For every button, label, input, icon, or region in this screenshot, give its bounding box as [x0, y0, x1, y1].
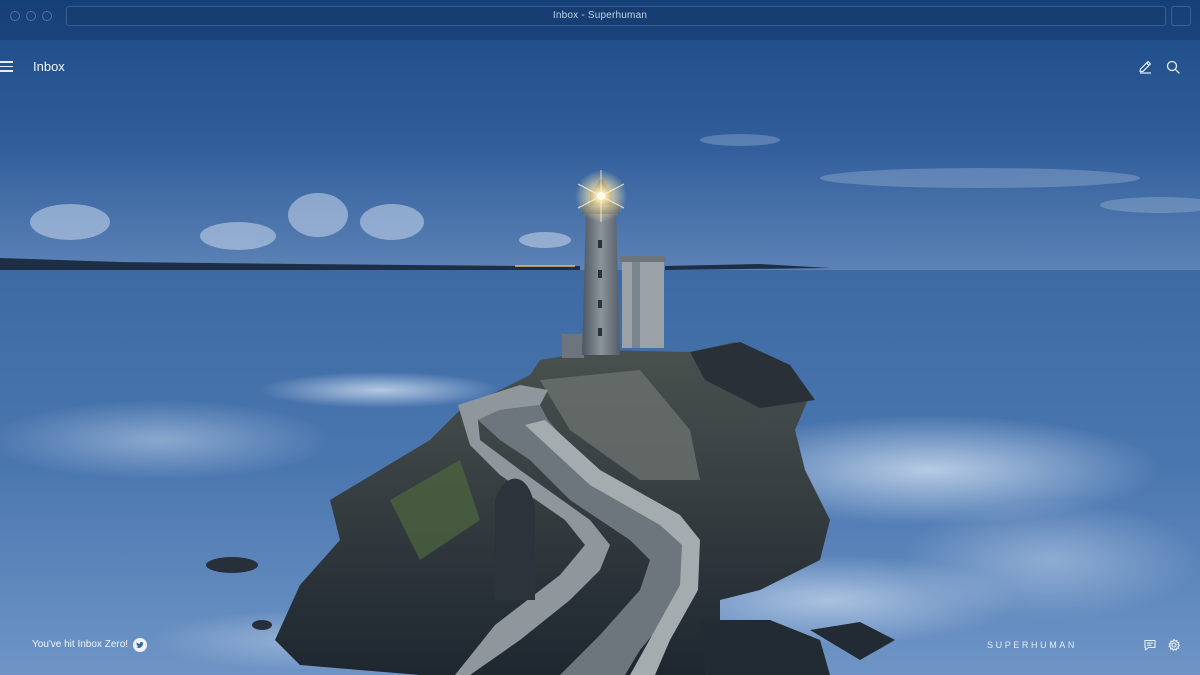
- inbox-zero-message: You've hit Inbox Zero!: [32, 639, 129, 650]
- gear-icon[interactable]: [1167, 638, 1181, 652]
- page-title: Inbox: [33, 59, 65, 74]
- title-bar: Inbox - Superhuman: [0, 0, 1200, 32]
- titlebar-extra-button[interactable]: [1171, 6, 1191, 26]
- twitter-icon[interactable]: [133, 638, 147, 652]
- superhuman-logo: SUPERHUMAN: [987, 640, 1078, 650]
- pencil-icon[interactable]: [1137, 59, 1153, 75]
- app-window: Inbox - Superhuman Inbox You've hit Inbo…: [0, 0, 1200, 675]
- search-icon[interactable]: [1165, 59, 1181, 75]
- hamburger-menu-icon[interactable]: [0, 60, 14, 74]
- background-photo: [0, 0, 1200, 675]
- window-title: Inbox - Superhuman: [552, 10, 648, 21]
- chat-bubble-icon[interactable]: [1143, 638, 1157, 652]
